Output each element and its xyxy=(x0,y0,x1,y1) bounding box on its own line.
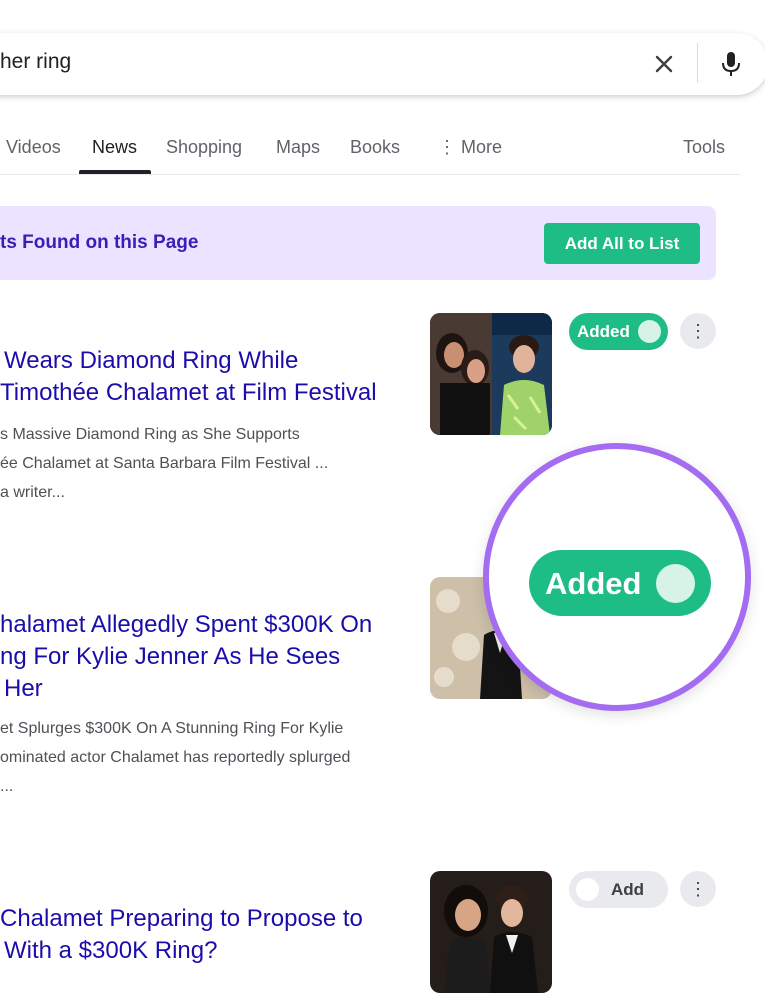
zoomed-toggle-knob xyxy=(656,564,695,603)
result-title[interactable]: Wears Diamond Ring While Timothée Chalam… xyxy=(0,345,377,409)
tab-maps[interactable]: Maps xyxy=(276,137,320,158)
tab-more[interactable]: ⋮ More xyxy=(438,137,502,158)
added-toggle[interactable]: Added xyxy=(569,313,668,350)
toggle-label: Added xyxy=(577,322,630,341)
zoom-callout: Added xyxy=(483,443,751,711)
result-snippet: et Splurges $300K On A Stunning Ring For… xyxy=(0,720,351,795)
add-toggle[interactable]: Add xyxy=(569,871,668,908)
result-thumbnail[interactable] xyxy=(430,313,552,435)
search-box[interactable] xyxy=(0,33,765,95)
search-input[interactable]: her ring xyxy=(0,50,71,74)
vertical-dots-icon: ⋮ xyxy=(689,878,707,899)
result-snippet: s Massive Diamond Ring as She Supports é… xyxy=(0,426,329,501)
zoomed-toggle-label: Added xyxy=(545,566,642,601)
zoomed-added-toggle: Added xyxy=(529,550,711,616)
banner-text: ts Found on this Page xyxy=(0,232,199,253)
toggle-knob xyxy=(638,320,661,343)
result-menu-button[interactable]: ⋮ xyxy=(680,313,716,349)
tab-books[interactable]: Books xyxy=(350,137,400,158)
vertical-dots-icon: ⋮ xyxy=(689,320,707,341)
result-thumbnail[interactable] xyxy=(430,871,552,993)
toggle-knob xyxy=(576,878,599,901)
result-menu-button[interactable]: ⋮ xyxy=(680,871,716,907)
result-title[interactable]: halamet Allegedly Spent $300K On ng For … xyxy=(0,609,372,705)
close-icon[interactable] xyxy=(652,52,676,76)
microphone-icon[interactable] xyxy=(719,50,743,78)
add-all-to-list-button[interactable]: Add All to List xyxy=(544,223,700,264)
tab-news[interactable]: News xyxy=(92,137,137,158)
tab-shopping[interactable]: Shopping xyxy=(166,137,242,158)
tabs-divider xyxy=(0,174,740,175)
result-title[interactable]: Chalamet Preparing to Propose to With a … xyxy=(0,903,363,967)
tab-videos[interactable]: Videos xyxy=(6,137,61,158)
tab-more-label: More xyxy=(461,137,503,157)
search-divider xyxy=(697,43,698,83)
vertical-dots-icon: ⋮ xyxy=(438,137,456,157)
toggle-label: Add xyxy=(611,880,645,899)
tab-tools[interactable]: Tools xyxy=(683,137,725,158)
